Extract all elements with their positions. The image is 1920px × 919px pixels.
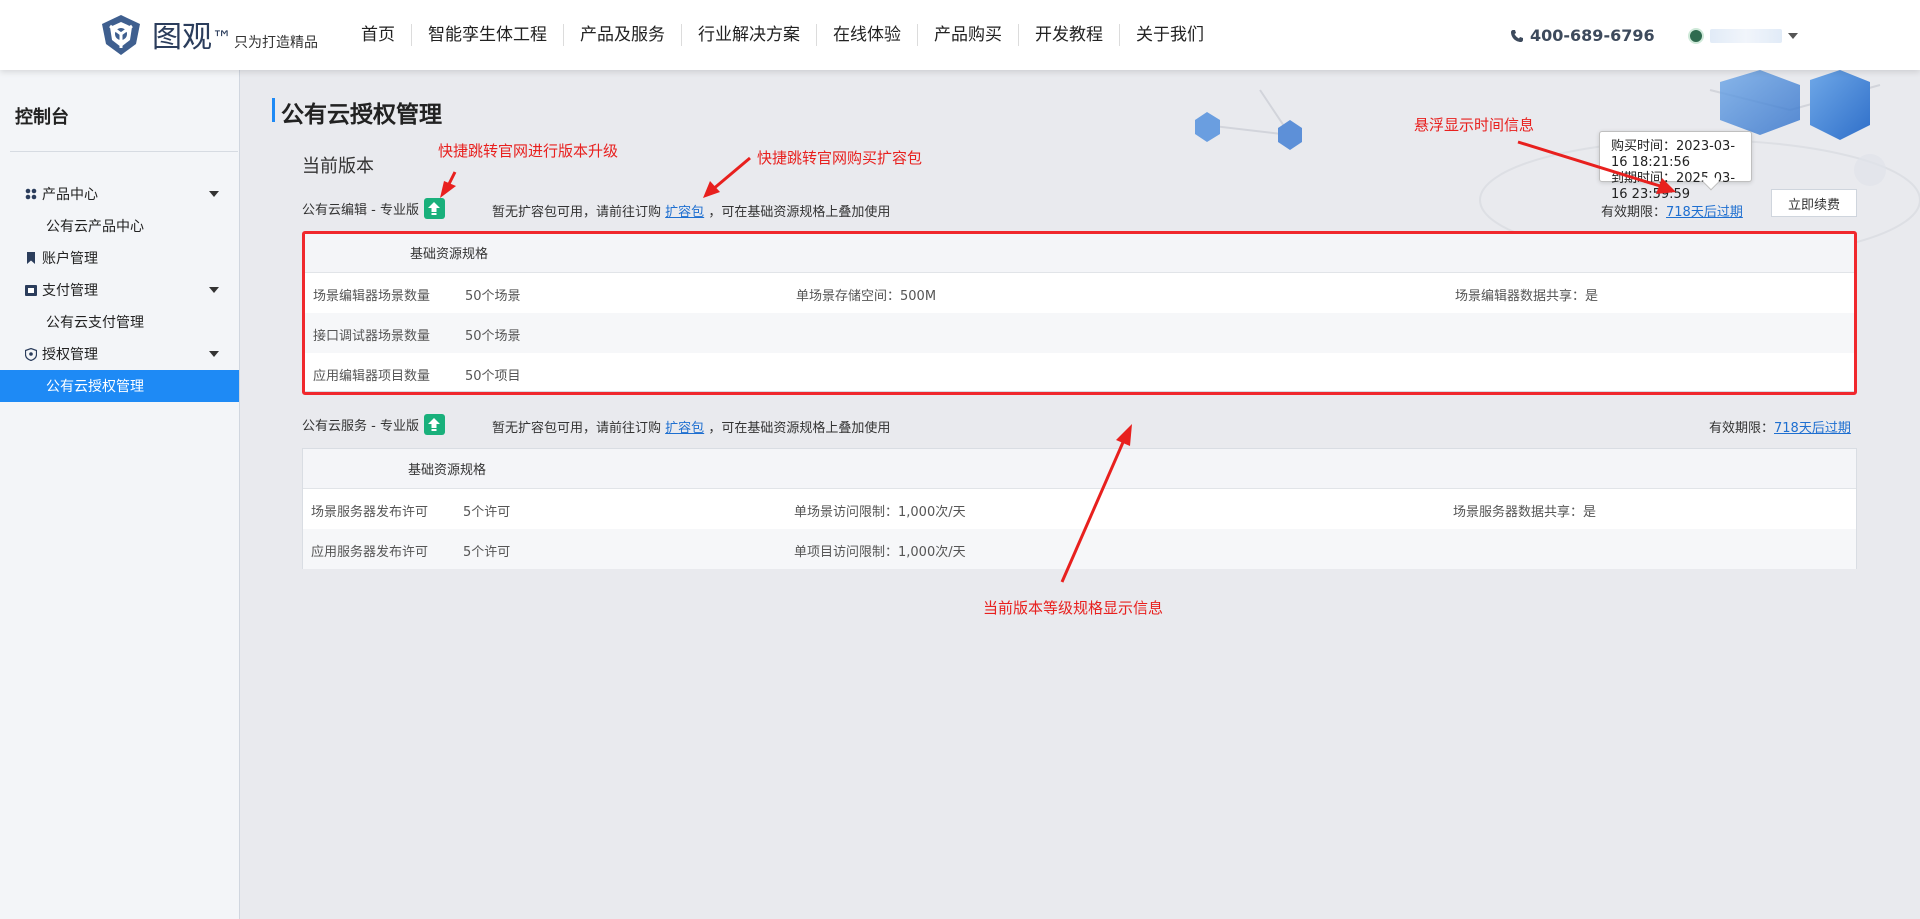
table-row: 场景服务器发布许可 5个许可 单场景访问限制：1,000次/天 场景服务器数据共… <box>311 505 1597 520</box>
annotation-buy-pack: 快捷跳转官网购买扩容包 <box>757 149 923 167</box>
sidebar-menu: 产品中心 公有云产品中心 账户管理 支付管理 公有云支付管理 授权管理 公有云授… <box>0 178 239 402</box>
validity-tooltip: 购买时间：2023-03-16 18:21:56 到期时间：2025-03-16… <box>1599 131 1752 202</box>
phone-icon <box>1511 29 1523 42</box>
grid-icon <box>24 187 38 201</box>
editor-upgrade-button[interactable] <box>423 198 445 219</box>
sidebar-item-label: 产品中心 <box>42 187 98 203</box>
tooltip-purchase-time: 购买时间：2023-03-16 18:21:56 <box>1611 139 1736 170</box>
section-title: 当前版本 <box>302 156 374 177</box>
editor-pack-notice: 暂无扩容包可用，请前往订购 扩容包 ，可在基础资源规格上叠加使用 <box>492 205 891 220</box>
sidebar-item-public-cloud-payment[interactable]: 公有云支付管理 <box>0 306 239 338</box>
page-title: 公有云授权管理 <box>281 102 442 128</box>
sidebar-item-label: 授权管理 <box>42 347 98 363</box>
spec-header: 基础资源规格 <box>303 449 1856 489</box>
sidebar-item-label: 账户管理 <box>42 251 98 267</box>
service-version-name: 公有云服务 - 专业版 <box>302 419 419 434</box>
editor-version-name: 公有云编辑 - 专业版 <box>302 203 419 218</box>
phone-contact: 400-689-6796 <box>1510 26 1655 45</box>
user-name-blurred <box>1710 29 1782 43</box>
editor-pack-link[interactable]: 扩容包 <box>665 205 704 220</box>
chevron-down-icon <box>209 287 219 293</box>
service-validity: 有效期限：718天后过期 <box>1709 421 1851 436</box>
nav-home[interactable]: 首页 <box>345 24 411 46</box>
renew-button[interactable]: 立即续费 <box>1771 189 1857 217</box>
tooltip-expire-time: 到期时间：2025-03-16 23:59:59 <box>1611 171 1736 202</box>
nav-tutorials[interactable]: 开发教程 <box>1018 24 1119 46</box>
logo-slogan: 只为打造精品 <box>234 35 318 51</box>
annotation-spec-info: 当前版本等级规格显示信息 <box>983 599 1164 617</box>
phone-number: 400-689-6796 <box>1530 26 1655 45</box>
arrow-up-icon <box>428 418 441 431</box>
sidebar: 控制台 产品中心 公有云产品中心 账户管理 支付管理 公有云支付管理 授权管理 … <box>0 70 240 919</box>
editor-validity-link[interactable]: 718天后过期 <box>1666 205 1743 220</box>
nav-online-demo[interactable]: 在线体验 <box>816 24 917 46</box>
sidebar-item-authorization[interactable]: 授权管理 <box>0 338 239 370</box>
top-header: 图观™ 只为打造精品 首页 智能孪生体工程 产品及服务 行业解决方案 在线体验 … <box>0 0 1920 70</box>
sidebar-title: 控制台 <box>15 107 69 128</box>
nav-twin-engineering[interactable]: 智能孪生体工程 <box>411 24 563 46</box>
nav-purchase[interactable]: 产品购买 <box>917 24 1018 46</box>
service-spec-table: 基础资源规格 场景服务器发布许可 5个许可 单场景访问限制：1,000次/天 场… <box>302 448 1857 569</box>
annotation-hover-time: 悬浮显示时间信息 <box>1414 116 1535 134</box>
sidebar-item-public-cloud-authorization[interactable]: 公有云授权管理 <box>0 370 239 402</box>
sidebar-item-payment[interactable]: 支付管理 <box>0 274 239 306</box>
sidebar-item-label: 支付管理 <box>42 283 98 299</box>
logo-text: 图观™ <box>152 20 232 55</box>
title-accent-bar <box>272 98 275 122</box>
service-pack-link[interactable]: 扩容包 <box>665 421 704 436</box>
chevron-down-icon <box>1788 33 1798 39</box>
annotation-upgrade: 快捷跳转官网进行版本升级 <box>438 142 619 160</box>
chevron-down-icon <box>209 191 219 197</box>
service-validity-link[interactable]: 718天后过期 <box>1774 421 1851 436</box>
sidebar-divider <box>10 151 238 152</box>
editor-validity: 有效期限：718天后过期 <box>1601 205 1743 220</box>
nav-products-services[interactable]: 产品及服务 <box>563 24 681 46</box>
shield-icon <box>24 347 38 361</box>
user-avatar <box>1688 28 1704 44</box>
brand-logo[interactable]: 图观™ 只为打造精品 <box>98 12 318 58</box>
main-nav: 首页 智能孪生体工程 产品及服务 行业解决方案 在线体验 产品购买 开发教程 关… <box>345 24 1220 46</box>
bookmark-icon <box>24 251 38 265</box>
table-row: 应用服务器发布许可 5个许可 单项目访问限制：1,000次/天 <box>303 529 1856 569</box>
sidebar-item-product-center[interactable]: 产品中心 <box>0 178 239 210</box>
service-pack-notice: 暂无扩容包可用，请前往订购 扩容包 ，可在基础资源规格上叠加使用 <box>492 421 891 436</box>
editor-version-row: 公有云编辑 - 专业版 <box>302 198 445 219</box>
chevron-down-icon <box>209 351 219 357</box>
service-version-row: 公有云服务 - 专业版 <box>302 414 445 435</box>
ticket-icon <box>24 283 38 297</box>
logo-icon <box>102 15 140 55</box>
service-upgrade-button[interactable] <box>423 414 445 435</box>
user-menu[interactable] <box>1688 28 1798 44</box>
sidebar-item-account[interactable]: 账户管理 <box>0 242 239 274</box>
sidebar-item-public-cloud-products[interactable]: 公有云产品中心 <box>0 210 239 242</box>
nav-solutions[interactable]: 行业解决方案 <box>681 24 816 46</box>
nav-about[interactable]: 关于我们 <box>1119 24 1220 46</box>
annotation-highlight-box <box>302 231 1857 395</box>
arrow-up-icon <box>428 202 441 215</box>
